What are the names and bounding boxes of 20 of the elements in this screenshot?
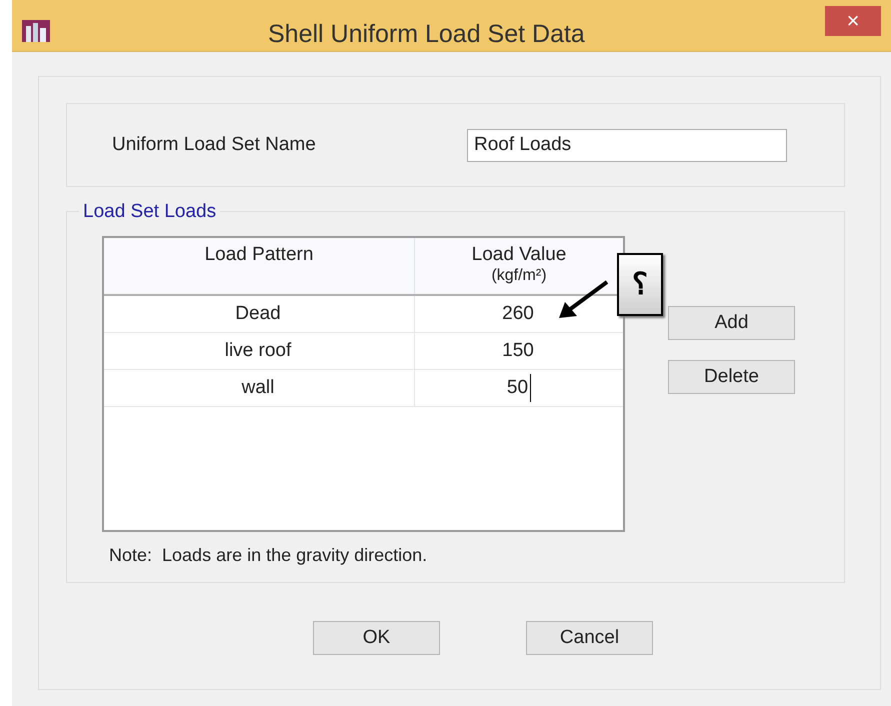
side-button[interactable]: Delete [668,360,795,394]
dialog-button[interactable]: OK [313,621,440,655]
close-button[interactable]: × [825,6,881,36]
callout-tooltip: ؟ [617,253,663,316]
window-title: Shell Uniform Load Set Data [268,19,585,50]
arrow-icon [557,280,609,320]
table-cell[interactable]: Dead [235,300,283,328]
table-cell[interactable]: wall [242,374,276,402]
column-header[interactable]: Load Pattern [204,244,314,266]
column-header[interactable]: Load Value (kgf/m²) [472,244,566,286]
table-cell[interactable]: live roof [224,336,294,366]
table-cell[interactable]: 50 [506,374,532,402]
name-input[interactable]: Roof Loads [467,128,787,162]
app-icon [22,20,50,42]
side-button[interactable]: Add [668,306,795,340]
table-cell[interactable]: 150 [502,336,536,366]
dialog-button[interactable]: Cancel [526,621,653,655]
table-cell[interactable]: 260 [502,300,536,328]
note-text: Note: Loads are in the gravity direction. [109,544,428,567]
name-label: Uniform Load Set Name [112,132,317,157]
